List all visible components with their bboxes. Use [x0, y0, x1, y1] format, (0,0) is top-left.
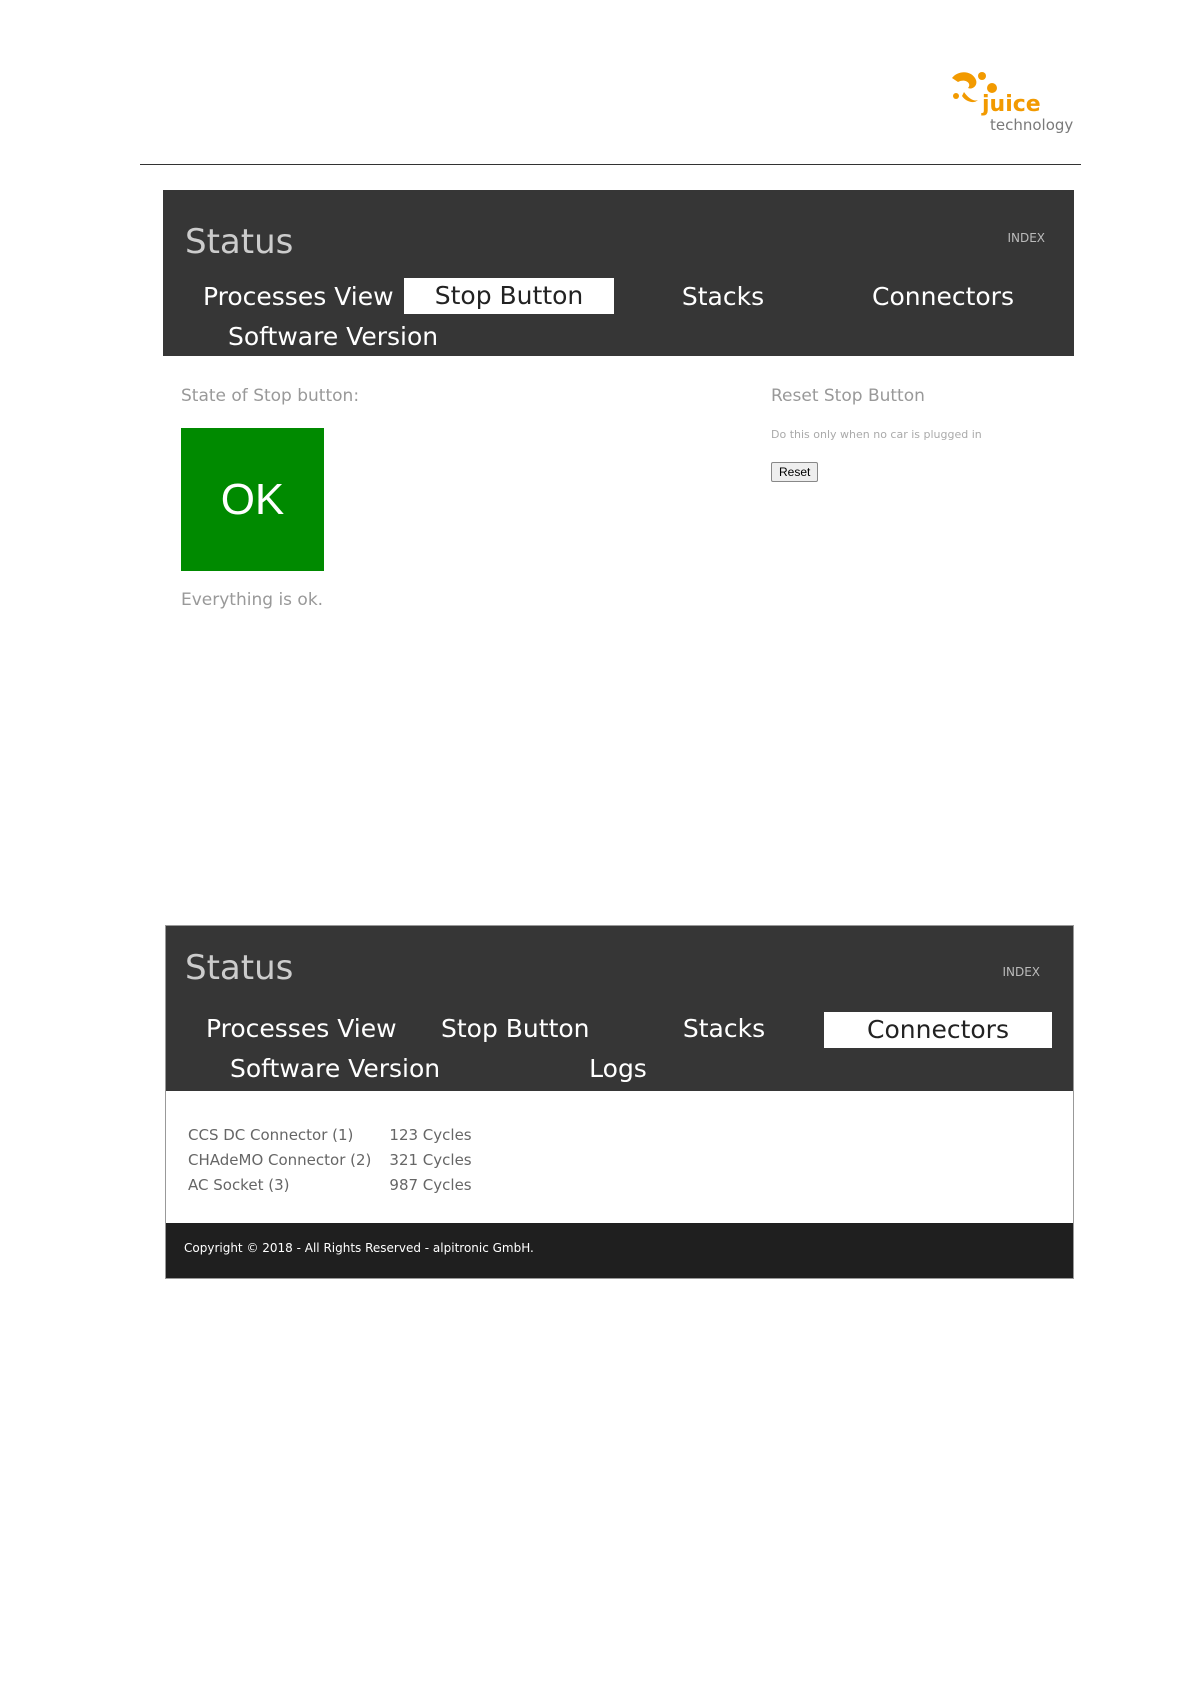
- connector-cycles: 987 Cycles: [389, 1175, 472, 1194]
- tab-processes-view[interactable]: Processes View: [206, 1011, 397, 1047]
- tab-stacks[interactable]: Stacks: [668, 279, 778, 315]
- page-title: Status: [185, 222, 294, 262]
- connector-cycles: 123 Cycles: [389, 1125, 472, 1144]
- reset-stop-button-title: Reset Stop Button: [771, 386, 925, 406]
- tab-connectors[interactable]: Connectors: [863, 279, 1023, 315]
- copyright-text: Copyright © 2018 - All Rights Reserved -…: [184, 1241, 534, 1255]
- tab-stop-button[interactable]: Stop Button: [441, 1011, 590, 1047]
- status-header: Status INDEX Processes View Stop Button …: [163, 190, 1074, 356]
- tab-stop-button[interactable]: Stop Button: [404, 278, 614, 314]
- connector-cycles-table: CCS DC Connector (1) 123 Cycles CHAdeMO …: [188, 1122, 490, 1197]
- header-divider: [140, 164, 1081, 165]
- juice-technology-logo: juice technology: [948, 68, 1074, 138]
- tab-connectors[interactable]: Connectors: [824, 1012, 1052, 1048]
- stop-button-status-indicator: OK: [181, 428, 324, 571]
- connector-name: AC Socket (3): [188, 1175, 290, 1194]
- table-row: AC Socket (3) 987 Cycles: [188, 1172, 490, 1197]
- tab-software-version[interactable]: Software Version: [230, 1051, 440, 1087]
- footer: Copyright © 2018 - All Rights Reserved -…: [166, 1223, 1073, 1278]
- table-row: CCS DC Connector (1) 123 Cycles: [188, 1122, 490, 1147]
- status-header: Status INDEX Processes View Stop Button …: [166, 926, 1073, 1091]
- connectors-screen: Status INDEX Processes View Stop Button …: [165, 925, 1074, 1279]
- reset-button[interactable]: Reset: [771, 462, 819, 482]
- tab-logs[interactable]: Logs: [578, 1051, 658, 1087]
- index-link[interactable]: INDEX: [1002, 965, 1040, 979]
- table-row: CHAdeMO Connector (2) 321 Cycles: [188, 1147, 490, 1172]
- page-title: Status: [185, 948, 294, 988]
- tab-software-version[interactable]: Software Version: [228, 319, 438, 355]
- reset-hint-text: Do this only when no car is plugged in: [771, 428, 982, 441]
- index-link[interactable]: INDEX: [1007, 231, 1045, 245]
- logo-text-juice: juice: [982, 92, 1041, 117]
- tab-processes-view[interactable]: Processes View: [203, 279, 394, 315]
- connector-name: CCS DC Connector (1): [188, 1125, 354, 1144]
- connector-cycles: 321 Cycles: [389, 1150, 472, 1169]
- tab-stacks[interactable]: Stacks: [669, 1011, 779, 1047]
- stop-button-state-label: State of Stop button:: [181, 386, 360, 406]
- stop-button-status-value: OK: [220, 474, 285, 524]
- connector-name: CHAdeMO Connector (2): [188, 1150, 372, 1169]
- stop-button-screen: Status INDEX Processes View Stop Button …: [163, 190, 1074, 640]
- stop-button-status-message: Everything is ok.: [181, 590, 324, 610]
- logo-text-technology: technology: [990, 116, 1074, 134]
